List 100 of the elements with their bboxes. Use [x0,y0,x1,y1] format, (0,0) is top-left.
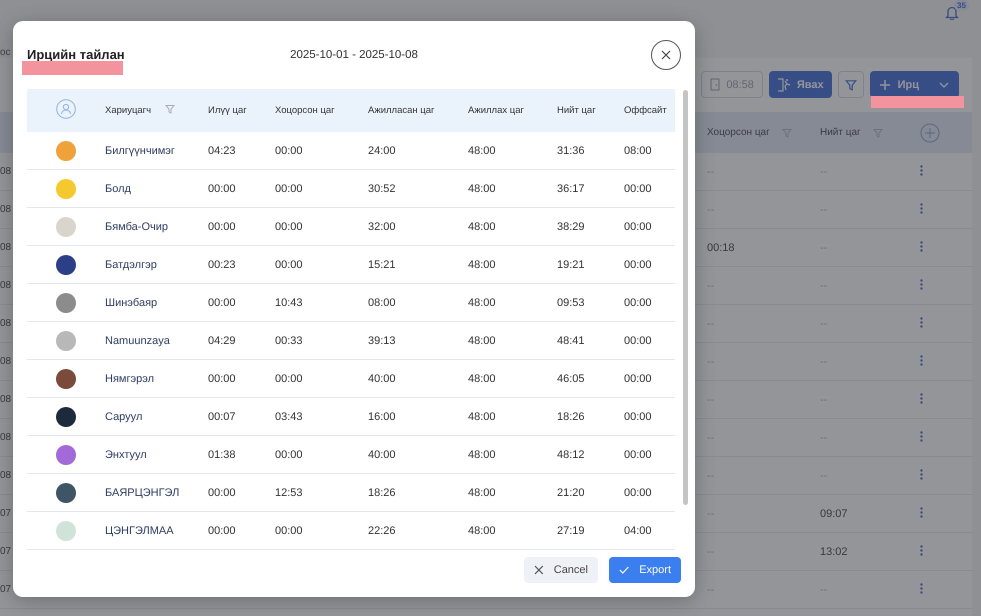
table-cell-text: 48:12 [557,448,586,460]
table-cell-text: -- [707,166,716,178]
table-cell-text: -- [707,318,716,330]
date-cell-text: 08 [0,470,12,481]
table-cell-text: -- [707,432,716,444]
column-header: Хоцорсон цаг [707,127,770,138]
date-cell-text: 07 [0,508,12,519]
table-cell-text: -- [820,318,828,330]
column-header: Хоцорсон цаг [275,105,335,116]
table-cell-text: 00:00 [208,182,237,194]
table-cell-text: 00:00 [275,220,304,232]
table-cell-text: 32:00 [368,220,397,232]
table-cell-text: 48:00 [468,448,497,460]
table-cell-text: -- [820,166,828,178]
running-person-icon [776,78,791,92]
table-cell-text: 27:19 [557,524,586,536]
table-cell-text: 00:00 [208,524,237,536]
column-header: Ажиллах цаг [468,105,524,116]
date-cell-text: 08 [0,166,12,177]
employee-name: Болд [105,182,132,194]
employee-name: Namuunzaya [105,334,171,346]
column-header: Хариуцагч [105,105,152,116]
table-cell-text: 40:00 [368,448,397,460]
date-cell-text: 07 [0,584,12,595]
table-cell-text: 00:07 [208,410,237,422]
table-cell-text: 00:00 [208,220,237,232]
table-cell-text: 38:29 [557,220,586,232]
table-cell-text: 00:00 [208,296,237,308]
date-cell-text: 08 [0,394,12,405]
table-cell-text: 48:00 [468,334,497,346]
table-cell-text: 39:13 [368,334,397,346]
table-cell-text: 30:52 [368,182,397,194]
table-cell-text: 00:00 [275,448,304,460]
date-cell-text: 08 [0,204,12,215]
table-cell-text: 18:26 [368,486,397,498]
date-cell-text: 08 [0,432,12,443]
table-cell-text: 00:00 [208,486,237,498]
table-cell-text: 24:00 [368,144,397,156]
table-cell-text: 46:05 [557,372,586,384]
column-header: Ажилласан цаг [368,105,434,116]
close-icon [534,565,544,575]
table-cell-text: 04:29 [208,334,237,346]
section-label: ос [0,47,11,58]
table-cell-text: 00:00 [624,296,653,308]
table-cell-text: 04:00 [624,524,653,536]
dialog-title: Ирцийн тайлан [27,47,126,62]
date-cell-text: 08 [0,318,12,329]
table-cell-text: -- [707,204,716,216]
table-cell-text: -- [707,280,716,292]
table-cell-text: -- [820,584,828,596]
employee-name: Саруул [105,410,144,422]
filter-icon[interactable] [782,128,792,138]
check-icon [619,565,630,575]
employee-name: Нямгэрэл [105,372,155,384]
leave-button[interactable]: Явах [768,71,832,98]
date-cell-text: 07 [0,546,12,557]
table-cell-text: 48:00 [468,410,497,422]
bell-icon[interactable] [945,5,959,20]
employee-name: Билгүүнчимэг [105,144,176,156]
close-button[interactable] [651,40,681,70]
date-cell-text: 08 [0,242,12,253]
table-cell-text: 48:00 [468,296,497,308]
table-cell-text: -- [707,356,716,368]
table-cell-text: 00:00 [624,486,653,498]
scrollbar[interactable] [683,90,688,505]
door-icon [710,78,720,91]
table-cell-text: 00:00 [624,182,653,194]
table-cell-text: 13:02 [820,546,849,558]
date-cell-text: 08 [0,280,12,291]
table-cell-text: -- [820,394,828,406]
table-cell-text: -- [707,546,716,558]
column-header: Илүү цаг [208,105,247,116]
plus-icon [880,80,890,90]
export-button[interactable]: Export [609,557,681,583]
table-cell-text: 48:00 [468,220,497,232]
column-header: Нийт цаг [557,105,596,116]
table-cell-text: -- [820,432,828,444]
table-cell-text: 00:00 [275,372,304,384]
table-cell-text: 12:53 [275,486,304,498]
table-cell-text: 00:00 [275,144,304,156]
filter-button[interactable] [838,71,864,98]
table-cell-text: 00:23 [208,258,237,270]
table-cell-text: 08:00 [624,144,653,156]
employee-name: ЦЭНГЭЛМАА [105,524,175,536]
cancel-button[interactable]: Cancel [524,557,598,583]
table-cell-text: 09:07 [820,508,849,520]
table-cell-text: 09:53 [557,296,586,308]
table-cell-text: 00:00 [275,182,304,194]
table-cell-text: 31:36 [557,144,586,156]
notification-badge: 35 [954,0,969,11]
table-cell-text: 04:23 [208,144,237,156]
table-cell-text: 00:00 [624,448,653,460]
filter-icon[interactable] [872,128,883,138]
table-cell-text: 00:33 [275,334,304,346]
table-cell-text: 00:00 [275,524,304,536]
table-cell-text: 48:00 [468,372,497,384]
table-cell-text: 48:41 [557,334,586,346]
table-cell-text: 00:00 [624,220,653,232]
table-cell-text: 48:00 [468,524,497,536]
table-cell-text: -- [707,394,716,406]
